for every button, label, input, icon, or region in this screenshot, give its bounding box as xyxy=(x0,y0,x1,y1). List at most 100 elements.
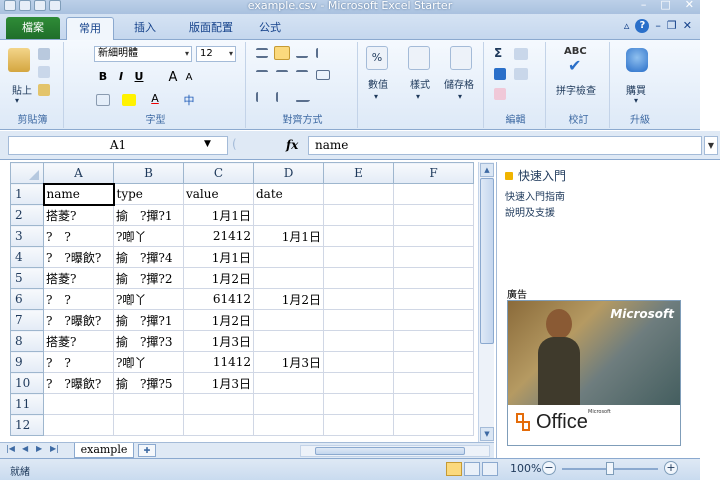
select-all-corner[interactable] xyxy=(10,162,44,184)
grid-cell[interactable]: value xyxy=(183,183,254,205)
shrink-font-button[interactable]: A xyxy=(182,72,196,83)
grid-cell[interactable] xyxy=(113,414,184,436)
doc-restore-icon[interactable]: ❐ xyxy=(667,19,677,33)
normal-view-icon[interactable] xyxy=(446,462,462,476)
cells-icon[interactable] xyxy=(450,46,472,70)
grid-cell[interactable] xyxy=(323,414,394,436)
purchase-button[interactable]: 購買 xyxy=(626,82,646,97)
grid-cell[interactable] xyxy=(253,330,324,352)
row-header[interactable]: 8 xyxy=(10,330,44,352)
column-header[interactable]: F xyxy=(393,162,474,184)
grid-cell[interactable] xyxy=(393,183,474,205)
column-header[interactable]: C xyxy=(183,162,254,184)
grid-cell[interactable] xyxy=(393,372,474,394)
grid-cell[interactable] xyxy=(323,309,394,331)
grid-cell[interactable]: 揄 ?撣?4 xyxy=(113,246,184,268)
grid-cell[interactable] xyxy=(323,225,394,247)
grid-cell[interactable]: ? ?曝飲? xyxy=(43,309,114,331)
grid-cell[interactable]: 1月2日 xyxy=(183,309,254,331)
grid-cell[interactable] xyxy=(253,309,324,331)
grid-cell[interactable] xyxy=(323,246,394,268)
cells-button[interactable]: 儲存格 xyxy=(444,76,474,91)
shopping-cart-icon[interactable] xyxy=(626,48,648,72)
spelling-button[interactable]: 拼字檢查 xyxy=(556,82,596,97)
grid-cell[interactable] xyxy=(183,414,254,436)
row-header[interactable]: 10 xyxy=(10,372,44,394)
scroll-thumb[interactable] xyxy=(315,447,465,455)
insert-sheet-icon[interactable]: ✚ xyxy=(138,444,156,457)
grid-cell[interactable] xyxy=(393,267,474,289)
number-button[interactable]: 數值 xyxy=(368,76,388,91)
row-header[interactable]: 7 xyxy=(10,309,44,331)
zoom-out-button[interactable]: − xyxy=(542,461,556,475)
grid-cell[interactable]: 揄 ?撣?1 xyxy=(113,204,184,226)
clear-icon[interactable] xyxy=(494,88,506,100)
doc-close-icon[interactable]: ✕ xyxy=(683,19,692,33)
grid-cell[interactable] xyxy=(253,372,324,394)
grid-cell[interactable]: 搭菱? xyxy=(43,330,114,352)
paste-icon[interactable] xyxy=(8,48,30,72)
grid-cell[interactable] xyxy=(253,267,324,289)
grid-cell[interactable]: 揄 ?撣?3 xyxy=(113,330,184,352)
font-size-select[interactable]: 12 ▾ xyxy=(196,46,236,62)
align-top-icon[interactable] xyxy=(256,48,268,58)
copy-icon[interactable] xyxy=(38,66,50,78)
grid-cell[interactable]: ? ? xyxy=(43,351,114,373)
grid-cell[interactable]: 搭菱? xyxy=(43,267,114,289)
grid-cell[interactable]: 揄 ?撣?5 xyxy=(113,372,184,394)
grid-cell[interactable]: 1月3日 xyxy=(183,330,254,352)
grid-cell[interactable]: ? ?曝飲? xyxy=(43,246,114,268)
grid-cell[interactable] xyxy=(323,183,394,205)
sheet-tab-example[interactable]: example xyxy=(74,443,134,458)
maximize-icon[interactable]: □ xyxy=(660,0,670,11)
decrease-indent-icon[interactable] xyxy=(256,92,268,102)
grid-cell[interactable] xyxy=(323,204,394,226)
font-color-button[interactable]: A xyxy=(148,92,162,105)
grid-cell[interactable] xyxy=(393,204,474,226)
row-header[interactable]: 9 xyxy=(10,351,44,373)
grid-cell[interactable]: 1月3日 xyxy=(253,351,324,373)
grid-cell[interactable] xyxy=(323,288,394,310)
grid-cell[interactable]: 揄 ?撣?2 xyxy=(113,267,184,289)
styles-button[interactable]: 樣式 xyxy=(410,76,430,91)
percent-icon[interactable]: % xyxy=(366,46,388,70)
row-header[interactable]: 12 xyxy=(10,414,44,436)
grid-cell[interactable] xyxy=(393,351,474,373)
vertical-scrollbar[interactable]: ▲ ▼ xyxy=(478,162,494,442)
wrap-text-icon[interactable] xyxy=(316,48,328,58)
grid-cell[interactable]: 1月2日 xyxy=(183,267,254,289)
grid-cell[interactable]: 搭菱? xyxy=(43,204,114,226)
grid-cell[interactable] xyxy=(393,309,474,331)
zoom-slider-thumb[interactable] xyxy=(606,462,614,475)
grid-cell[interactable]: ?喞丫 xyxy=(113,288,184,310)
grid-cell[interactable] xyxy=(253,414,324,436)
tab-formulas[interactable]: 公式 xyxy=(250,17,290,40)
align-middle-icon[interactable] xyxy=(274,46,290,60)
grid-cell[interactable] xyxy=(183,393,254,415)
grid-cell[interactable] xyxy=(253,204,324,226)
grid-cell[interactable]: 11412 xyxy=(183,351,254,373)
row-header[interactable]: 11 xyxy=(10,393,44,415)
align-left-icon[interactable] xyxy=(256,70,268,80)
help-icon[interactable]: ? xyxy=(635,19,650,33)
grid-cell[interactable] xyxy=(113,393,184,415)
tab-file[interactable]: 檔案 xyxy=(6,17,60,39)
row-header[interactable]: 5 xyxy=(10,267,44,289)
column-header[interactable]: E xyxy=(323,162,394,184)
close-icon[interactable]: ✕ xyxy=(685,0,694,11)
page-break-view-icon[interactable] xyxy=(482,462,498,476)
fill-color-icon[interactable] xyxy=(122,94,136,106)
doc-minimize-icon[interactable]: – xyxy=(655,19,661,33)
grid-cell[interactable] xyxy=(253,246,324,268)
tab-insert[interactable]: 插入 xyxy=(124,17,166,40)
fill-icon[interactable] xyxy=(494,68,506,80)
paste-dropdown-icon[interactable]: ▾ xyxy=(15,96,19,105)
grid-cell[interactable] xyxy=(253,393,324,415)
border-icon[interactable] xyxy=(96,94,110,106)
format-painter-icon[interactable] xyxy=(38,84,50,96)
grid-cell[interactable] xyxy=(323,372,394,394)
autosum-button[interactable]: Σ xyxy=(494,46,502,60)
tab-home[interactable]: 常用 xyxy=(66,17,114,40)
italic-button[interactable]: I xyxy=(114,70,128,83)
row-header[interactable]: 3 xyxy=(10,225,44,247)
